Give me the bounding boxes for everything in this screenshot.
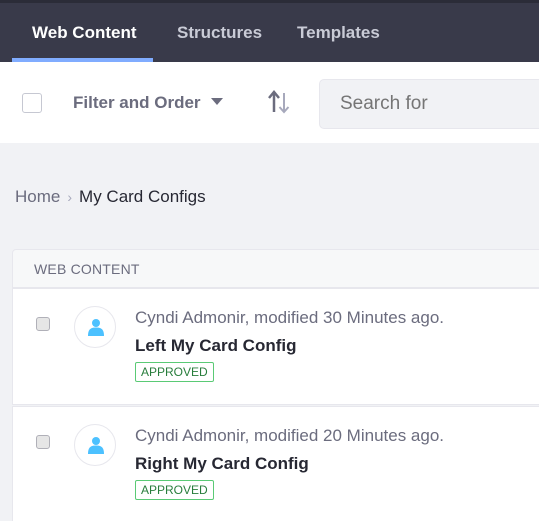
sort-button[interactable] bbox=[264, 88, 294, 118]
filter-and-order-label: Filter and Order bbox=[73, 93, 201, 112]
item-checkbox[interactable] bbox=[36, 317, 50, 331]
avatar bbox=[74, 306, 116, 348]
select-all-checkbox[interactable] bbox=[22, 93, 42, 113]
breadcrumb-home-link[interactable]: Home bbox=[15, 187, 60, 206]
item-checkbox[interactable] bbox=[36, 435, 50, 449]
chevron-right-icon: › bbox=[67, 189, 73, 205]
caret-down-icon bbox=[210, 98, 223, 105]
sort-arrows-icon bbox=[268, 90, 290, 114]
tab-structures[interactable]: Structures bbox=[177, 3, 262, 62]
list-header: WEB CONTENT bbox=[12, 249, 539, 288]
status-badge: APPROVED bbox=[135, 480, 214, 500]
avatar bbox=[74, 424, 116, 466]
status-badge: APPROVED bbox=[135, 362, 214, 382]
user-icon bbox=[88, 437, 104, 454]
breadcrumb: Home › My Card Configs bbox=[15, 185, 206, 209]
search-input[interactable] bbox=[319, 79, 539, 129]
management-toolbar: Filter and Order bbox=[0, 62, 539, 143]
item-meta: Cyndi Admonir, modified 30 Minutes ago. bbox=[135, 308, 445, 327]
filter-and-order-dropdown[interactable]: Filter and Order bbox=[73, 88, 223, 118]
list-item: Cyndi Admonir, modified 30 Minutes ago. … bbox=[12, 288, 539, 405]
top-navigation-bar: Web Content Structures Templates bbox=[0, 0, 539, 62]
item-title[interactable]: Left My Card Config bbox=[135, 335, 297, 357]
breadcrumb-current: My Card Configs bbox=[79, 187, 206, 206]
tab-web-content[interactable]: Web Content bbox=[32, 3, 137, 62]
list-item: Cyndi Admonir, modified 20 Minutes ago. … bbox=[12, 406, 539, 521]
tab-templates[interactable]: Templates bbox=[297, 3, 380, 62]
item-meta: Cyndi Admonir, modified 20 Minutes ago. bbox=[135, 426, 445, 445]
user-icon bbox=[88, 319, 104, 336]
item-title[interactable]: Right My Card Config bbox=[135, 453, 309, 475]
